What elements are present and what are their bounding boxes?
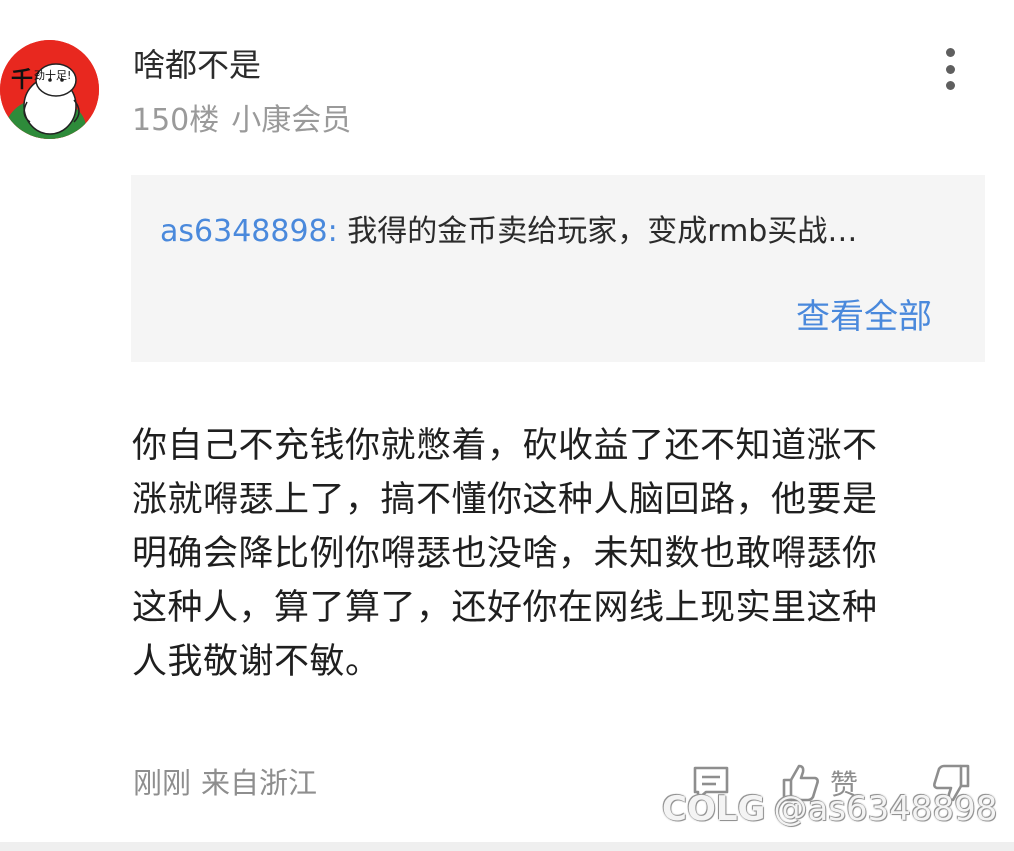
body-line: 这种人，算了算了，还好你在网线上现实里这种: [132, 588, 878, 628]
timestamp: 刚刚: [133, 766, 192, 800]
avatar[interactable]: 千 劲十足!: [0, 40, 99, 139]
body-line: 明确会降比例你嘚瑟也没啥，未知数也敢嘚瑟你: [132, 534, 878, 574]
comment-footer: 刚刚 来自浙江: [133, 763, 327, 803]
body-line: 你自己不充钱你就憋着，砍收益了还不知道涨不: [132, 426, 878, 466]
author-name[interactable]: 啥都不是: [133, 44, 261, 86]
watermark-user: @as6348898: [773, 789, 998, 829]
comment-meta: 150楼 小康会员: [132, 101, 363, 141]
more-vertical-icon: [945, 48, 955, 57]
watermark: COLG @as6348898: [662, 786, 997, 832]
view-all-link[interactable]: 查看全部: [796, 295, 932, 339]
body-line: 人我敬谢不敏。: [132, 642, 381, 682]
location: 来自浙江: [201, 766, 318, 800]
comment-body: 你自己不充钱你就憋着，砍收益了还不知道涨不 涨就嘚瑟上了，搞不懂你这种人脑回路，…: [132, 419, 982, 689]
divider: [0, 842, 1014, 851]
quote-username[interactable]: as6348898:: [160, 214, 338, 249]
quote-line: as6348898: 我得的金币卖给玩家，变成rmb买战…: [160, 212, 857, 252]
floor-number: 150楼: [132, 103, 220, 138]
body-line: 涨就嘚瑟上了，搞不懂你这种人脑回路，他要是: [132, 480, 878, 520]
more-options-button[interactable]: [928, 44, 972, 94]
avatar-caption: 劲十足!: [34, 69, 72, 82]
quote-text: 我得的金币卖给玩家，变成rmb买战…: [347, 214, 858, 249]
quoted-reply[interactable]: as6348898: 我得的金币卖给玩家，变成rmb买战… 查看全部: [131, 175, 985, 362]
member-badge: 小康会员: [231, 103, 352, 138]
avatar-text: 千: [11, 68, 34, 93]
watermark-brand: COLG: [662, 789, 766, 829]
